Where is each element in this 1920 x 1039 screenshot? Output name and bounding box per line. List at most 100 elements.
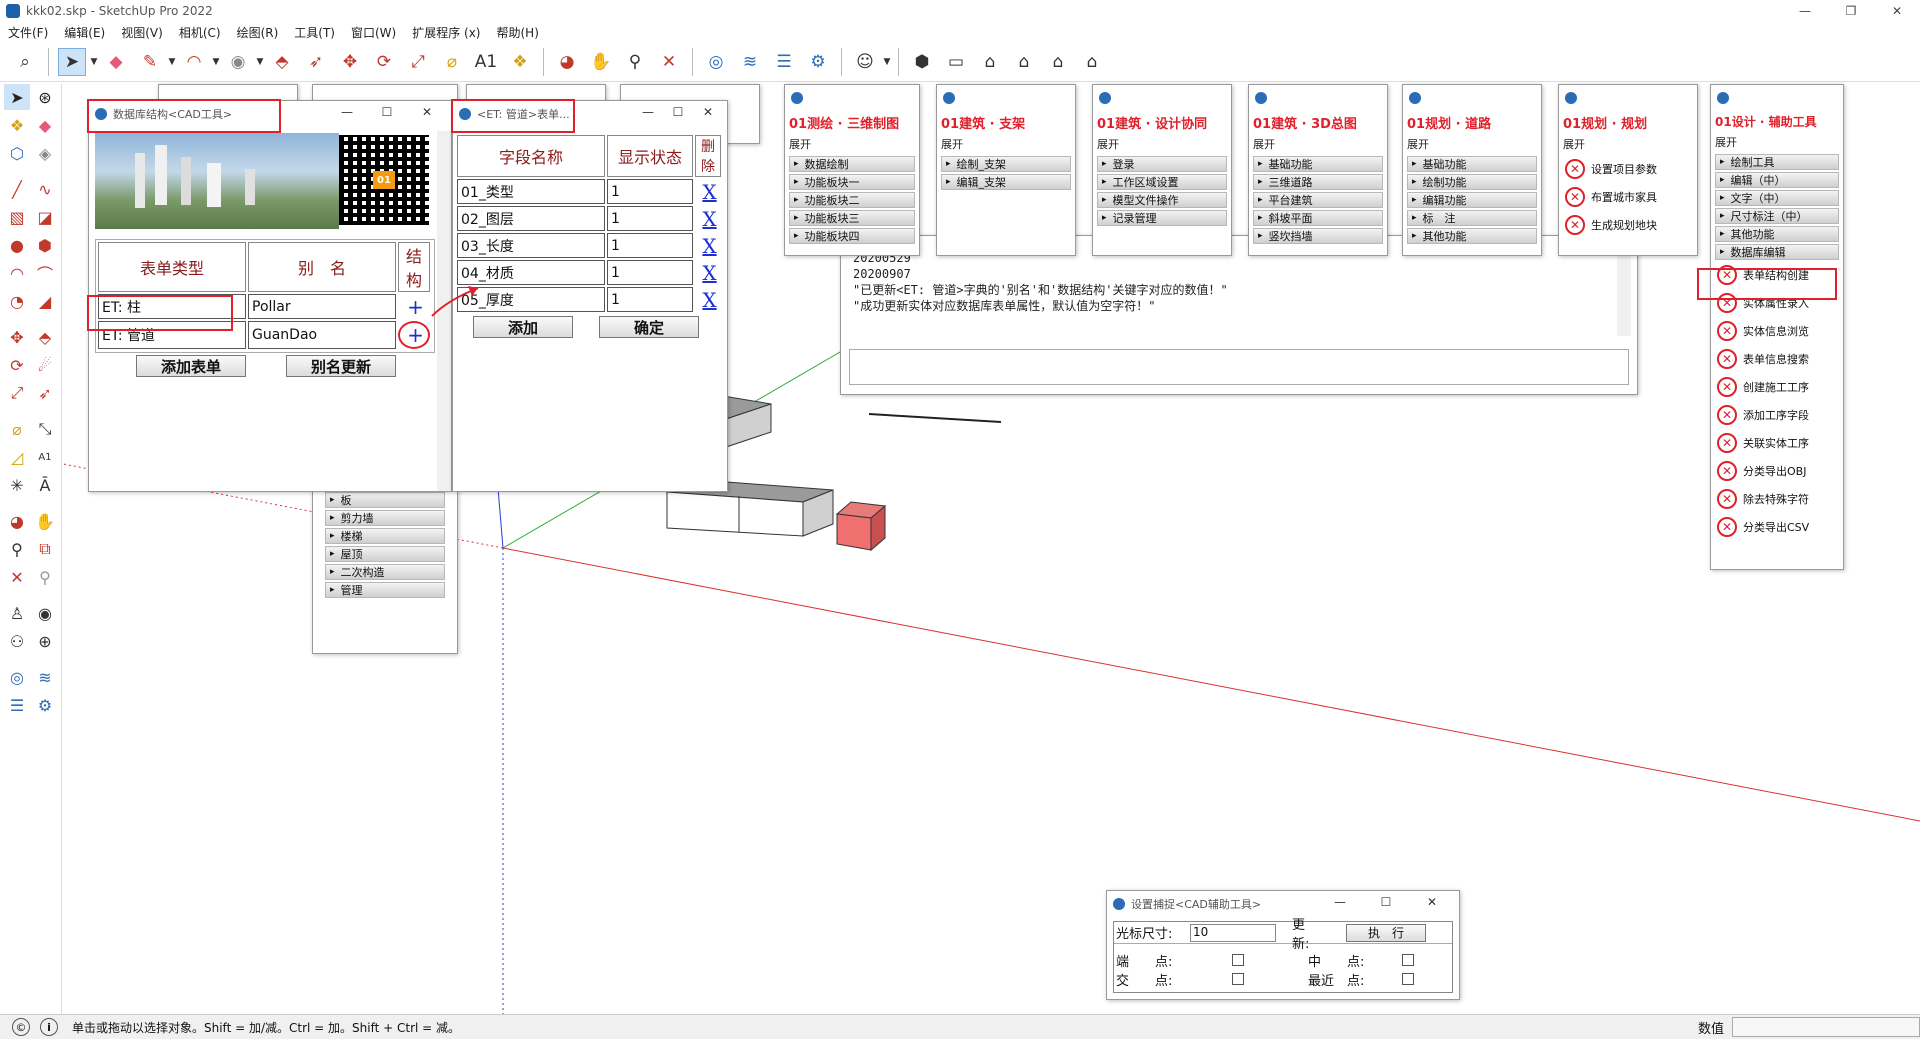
plugin-command[interactable]: ✕ 生成规划地块: [1565, 212, 1691, 238]
arc-icon[interactable]: ◠: [4, 260, 30, 286]
maximize-button[interactable]: ☐: [663, 105, 693, 119]
rotated-rectangle-icon[interactable]: ◪: [32, 204, 58, 230]
menu-file[interactable]: 文件(F): [0, 24, 56, 41]
text-tool-icon[interactable]: A1: [32, 444, 58, 470]
measurement-input[interactable]: [1732, 1017, 1920, 1037]
menu-item[interactable]: 二次构造: [325, 564, 445, 580]
menu-extensions[interactable]: 扩展程序 (x): [404, 24, 488, 41]
chevron-down-icon[interactable]: ▼: [882, 48, 892, 76]
menu-item[interactable]: 绘制功能: [1407, 174, 1537, 190]
orbit-icon[interactable]: ◕: [4, 508, 30, 534]
menu-draw[interactable]: 绘图(R): [229, 24, 287, 41]
rotate-icon[interactable]: ⟳: [4, 352, 30, 378]
field-state-input[interactable]: 1: [607, 260, 693, 285]
minimize-button[interactable]: —: [327, 105, 367, 119]
menu-item[interactable]: 绘制_支架: [941, 156, 1071, 172]
menu-item[interactable]: 标 注: [1407, 210, 1537, 226]
menu-item[interactable]: 管理: [325, 582, 445, 598]
add-structure-button[interactable]: +: [398, 294, 430, 319]
polygon-icon[interactable]: ⬢: [32, 232, 58, 258]
close-button[interactable]: ✕: [693, 105, 723, 119]
field-name-cell[interactable]: 02_图层: [457, 206, 605, 231]
expand-toggle[interactable]: 展开: [1559, 134, 1697, 154]
zoom-extents-icon[interactable]: ✕: [4, 564, 30, 590]
menu-item[interactable]: 绘制工具: [1715, 154, 1839, 170]
console-input[interactable]: [849, 349, 1629, 385]
menu-item[interactable]: 竖坎挡墙: [1253, 228, 1383, 244]
line-icon[interactable]: ╱: [4, 176, 30, 202]
menu-item[interactable]: 编辑_支架: [941, 174, 1071, 190]
account-icon[interactable]: ☺: [851, 48, 879, 76]
extension-warehouse-icon[interactable]: ≋: [736, 48, 764, 76]
rectangle-icon[interactable]: ▧: [4, 204, 30, 230]
expand-toggle[interactable]: 展开: [1711, 132, 1843, 152]
scale-icon[interactable]: ⤢: [4, 380, 30, 406]
layout-icon[interactable]: ☰: [770, 48, 798, 76]
add-form-button[interactable]: 添加表单: [136, 355, 246, 377]
front-view-icon[interactable]: ⌂: [976, 48, 1004, 76]
pan-icon[interactable]: ✋: [587, 48, 615, 76]
chevron-down-icon[interactable]: ▼: [255, 48, 265, 76]
close-button[interactable]: ✕: [1409, 895, 1455, 909]
zoom-icon[interactable]: ⚲: [621, 48, 649, 76]
endpoint-checkbox[interactable]: [1232, 954, 1244, 966]
maximize-button[interactable]: ☐: [367, 105, 407, 119]
menu-item[interactable]: 楼梯: [325, 528, 445, 544]
menu-item[interactable]: 功能板块二: [789, 192, 915, 208]
expand-toggle[interactable]: 展开: [1249, 134, 1387, 154]
chevron-down-icon[interactable]: ▼: [211, 48, 221, 76]
field-state-input[interactable]: 1: [607, 233, 693, 258]
circle-icon[interactable]: ◉: [224, 48, 252, 76]
chevron-down-icon[interactable]: ▼: [89, 48, 99, 76]
minimize-button[interactable]: —: [633, 105, 663, 119]
extension-warehouse-icon[interactable]: ≋: [32, 664, 58, 690]
nearest-checkbox[interactable]: [1402, 973, 1414, 985]
menu-item[interactable]: 记录管理: [1097, 210, 1227, 226]
plugin-command[interactable]: ✕ 分类导出OBJ: [1717, 458, 1837, 484]
info-icon[interactable]: i: [40, 1018, 58, 1036]
restore-button[interactable]: ❐: [1828, 0, 1874, 22]
menu-item[interactable]: 登录: [1097, 156, 1227, 172]
protractor-icon[interactable]: ◿: [4, 444, 30, 470]
menu-window[interactable]: 窗口(W): [343, 24, 404, 41]
plugin-command[interactable]: ✕ 分类导出CSV: [1717, 514, 1837, 540]
right-view-icon[interactable]: ⌂: [1010, 48, 1038, 76]
expand-toggle[interactable]: 展开: [1403, 134, 1541, 154]
expand-toggle[interactable]: 展开: [785, 134, 919, 154]
add-structure-button[interactable]: +: [398, 321, 430, 349]
execute-button[interactable]: 执 行: [1346, 923, 1426, 942]
menu-item[interactable]: 数据绘制: [789, 156, 915, 172]
warehouse-icon[interactable]: ◎: [4, 664, 30, 690]
credits-icon[interactable]: ©: [12, 1018, 30, 1036]
walk-icon[interactable]: ⚇: [4, 628, 30, 654]
delete-field-button[interactable]: X: [695, 206, 721, 231]
menu-item[interactable]: 屋顶: [325, 546, 445, 562]
close-button[interactable]: ✕: [407, 105, 447, 119]
expand-toggle[interactable]: 展开: [1093, 134, 1231, 154]
menu-item[interactable]: 其他功能: [1715, 226, 1839, 242]
cursor-size-input[interactable]: 10: [1190, 923, 1276, 942]
minimize-button[interactable]: —: [1317, 895, 1363, 909]
zoom-window-icon[interactable]: ⧉: [32, 536, 58, 562]
pencil-icon[interactable]: ✎: [136, 48, 164, 76]
menu-item[interactable]: 文字（中）: [1715, 190, 1839, 206]
menu-edit[interactable]: 编辑(E): [56, 24, 113, 41]
scale-icon[interactable]: ⤢: [404, 48, 432, 76]
iso-view-icon[interactable]: ⬢: [908, 48, 936, 76]
intersection-checkbox[interactable]: [1232, 973, 1244, 985]
menu-help[interactable]: 帮助(H): [488, 24, 546, 41]
menu-view[interactable]: 视图(V): [113, 24, 171, 41]
field-state-input[interactable]: 1: [607, 179, 693, 204]
warehouse-icon[interactable]: ◎: [702, 48, 730, 76]
layout-icon[interactable]: ☰: [4, 692, 30, 718]
plugin-command[interactable]: ✕ 表单信息搜索: [1717, 346, 1837, 372]
push-pull-icon[interactable]: ⬘: [32, 324, 58, 350]
menu-item[interactable]: 模型文件操作: [1097, 192, 1227, 208]
component-icon[interactable]: ⬡: [4, 140, 30, 166]
dimension-icon[interactable]: ⤡: [32, 416, 58, 442]
menu-item[interactable]: 编辑（中）: [1715, 172, 1839, 188]
axes-icon[interactable]: ✳: [4, 472, 30, 498]
menu-item[interactable]: 基础功能: [1253, 156, 1383, 172]
eraser-icon[interactable]: ◆: [32, 112, 58, 138]
field-state-input[interactable]: 1: [607, 287, 693, 312]
